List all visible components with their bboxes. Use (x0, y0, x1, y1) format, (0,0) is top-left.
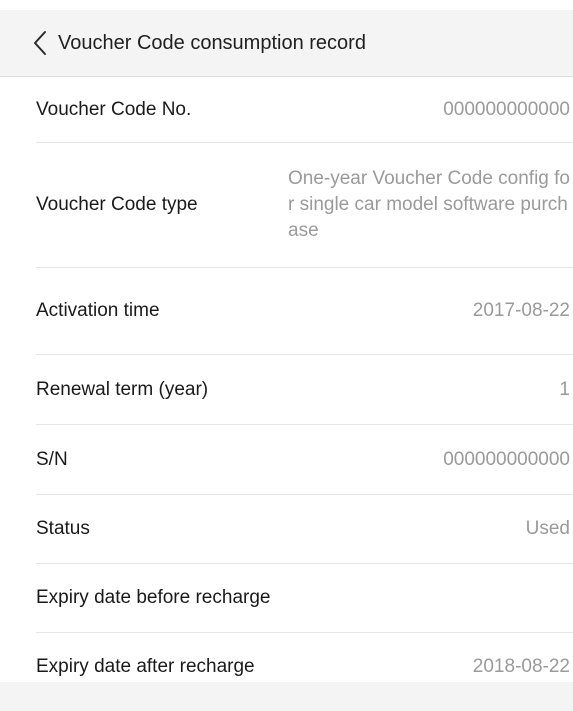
row-value: Used (525, 518, 570, 539)
row-value: One-year Voucher Code config for single … (288, 168, 571, 241)
row-label: Expiry date after recharge (36, 656, 255, 677)
row-label: Voucher Code No. (36, 98, 192, 120)
row-label: Renewal term (year) (36, 378, 209, 400)
row-value: 2017-08-22 (472, 300, 570, 321)
page-title: Voucher Code consumption record (58, 31, 366, 54)
row-label: Voucher Code type (36, 194, 198, 215)
row-value: 1 (559, 378, 570, 400)
row-value: 000000000000 (443, 98, 570, 120)
row-label: Activation time (36, 300, 160, 321)
row-voucher-code-type: Voucher Code type One-year Voucher Code … (36, 143, 573, 268)
row-label: S/N (36, 448, 68, 470)
row-activation-time: Activation time 2017-08-22 (36, 268, 573, 355)
status-strip (0, 0, 573, 10)
navigation-bar: Voucher Code consumption record (0, 10, 573, 77)
chevron-left-icon (30, 29, 52, 57)
row-value: 000000000000 (443, 448, 570, 470)
record-list: Voucher Code No. 000000000000 Voucher Co… (0, 77, 573, 702)
row-renewal-term: Renewal term (year) 1 (36, 355, 573, 425)
row-voucher-code-no: Voucher Code No. 000000000000 (36, 77, 573, 143)
row-label: Status (36, 518, 90, 539)
row-value: 2018-08-22 (472, 656, 570, 677)
row-expiry-before: Expiry date before recharge (36, 564, 573, 633)
back-button[interactable]: Voucher Code consumption record (0, 10, 366, 76)
row-status: Status Used (36, 495, 573, 564)
row-label: Expiry date before recharge (36, 587, 271, 608)
row-serial-number: S/N 000000000000 (36, 425, 573, 495)
footer-background (0, 682, 573, 711)
